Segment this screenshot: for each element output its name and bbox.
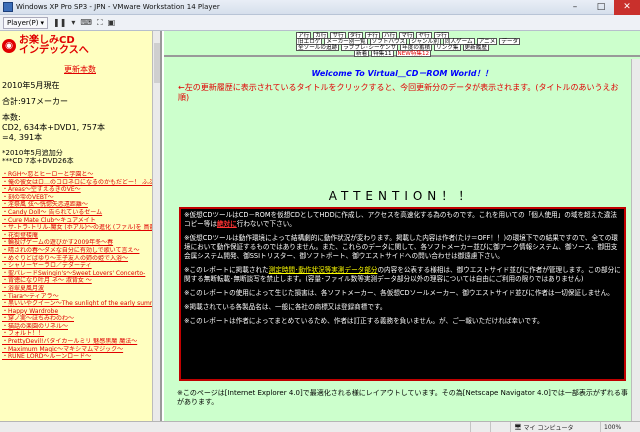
list-item[interactable]: ・RUNE LORD～ルーンロード～: [0, 353, 160, 361]
nav-link[interactable]: 特集11: [371, 50, 394, 57]
attention-heading: ATTENTION！！: [328, 189, 476, 203]
notice-text: ←左の更新履歴に表示されているタイトルをクリックすると、今回更新分のデータが表示…: [178, 83, 619, 102]
maximize-button[interactable]: □: [588, 0, 614, 15]
disc-icon: ◉: [2, 39, 16, 53]
window-titlebar: Windows XP Pro SP3 - JPN - VMware Workst…: [0, 0, 640, 15]
zone-indicator: 🖥 マイ コンピュータ: [510, 421, 600, 432]
disclaimer-p4: ※このレポートの使用によって生じた損害は、各ソフトメーカー、各仮想CDソールメー…: [184, 289, 614, 297]
send-keys-icon[interactable]: ⌨: [80, 18, 92, 27]
nav-frame: ア行 カ行 サ行 タ行 ナ行 ハ行 マ行 ヤ行 ラ行 旧エロゲ メーカー別一覧 …: [164, 31, 640, 57]
list-item[interactable]: ・RGH～恋とヒーローと学園と～: [0, 171, 160, 179]
list-item[interactable]: ・黒いいやクイーン～The sunlight of the early summ…: [0, 300, 160, 308]
p1-emphasis: 絶対に: [216, 220, 237, 228]
ie-status-bar: 🖥 マイ コンピュータ 100%: [0, 421, 640, 432]
nav-link[interactable]: 更新履歴: [462, 44, 489, 51]
close-button[interactable]: ✕: [614, 0, 640, 15]
player-toolbar: Player(P) ▾ ❚❚ ▾ ⌨ ⛶ ▣: [0, 15, 640, 31]
list-item[interactable]: ・Happy Wardrobe: [0, 308, 160, 316]
disclaimer-p5: ※掲載されている各製品名は、一般に各社の商標又は登録商標です。: [184, 303, 387, 311]
list-item[interactable]: ・晴されの春～ダメな自分に有効しで歌いて言え～: [0, 247, 160, 255]
nav-link[interactable]: 新着: [354, 50, 370, 57]
zoom-value: 100%: [604, 423, 622, 431]
chevron-down-icon[interactable]: ▾: [71, 18, 75, 27]
status-seg: [490, 421, 510, 432]
vmware-app-icon: [3, 2, 13, 12]
left-frame: ◉ お楽しみCD インデックスへ 更新本数 2010年5月現在 合計:917メー…: [0, 31, 162, 421]
list-item[interactable]: ・フォルト！！: [0, 330, 160, 338]
p3-text-a: ※このレポートに掲載された: [184, 266, 269, 274]
added-label: *2010年5月追加分: [2, 149, 63, 157]
disclaimer-p1: ※仮想CDツールはCD－ROMを仮想CDとしてHDDに作成し、アクセスを高速化す…: [184, 211, 621, 229]
disclaimer-box: ※仮想CDツールはCD－ROMを仮想CDとしてHDDに作成し、アクセスを高速化す…: [179, 207, 626, 381]
list-item[interactable]: ・PrettyDevil!バタイカールミリ 魅感黒魔 魔法～: [0, 338, 160, 346]
update-count-link[interactable]: 更新本数: [0, 64, 160, 75]
main-content: Welcome To Virtual＿CD－ROM World！！ ←左の更新履…: [164, 59, 640, 421]
status-seg: [470, 421, 490, 432]
added-count: ***CD 7本+DVD26本: [2, 157, 74, 165]
window-title: Windows XP Pro SP3 - JPN - VMware Workst…: [16, 3, 220, 11]
scroll-thumb[interactable]: [154, 43, 160, 83]
list-item[interactable]: ・Areas～空すえるきのVE～: [0, 186, 160, 194]
list-item[interactable]: ・Maximum Magic～マキシマムマジック～: [0, 346, 160, 354]
fullscreen-icon[interactable]: ⛶: [97, 18, 103, 28]
p3-emphasis: 測定時間･動作状況等実測データ部分: [268, 266, 378, 274]
pause-icon[interactable]: ❚❚: [53, 18, 66, 27]
browser-footnote: ※このページは[Internet Explorer 4.0]で最適化される様にレ…: [177, 389, 628, 406]
computer-icon: 🖥: [514, 423, 522, 431]
count-label: 本数:: [2, 113, 21, 122]
as-of-date: 2010年5月現在: [2, 81, 60, 90]
list-item[interactable]: ・俺の彼女はロ…のコロネロになるのかもだどー！ ふぶき: [0, 179, 160, 187]
list-item[interactable]: ・花街登楼庵: [0, 232, 160, 240]
list-item[interactable]: ・淫祭風 弦～恍惚失恋遠距離～: [0, 201, 160, 209]
welcome-heading: Welcome To Virtual＿CD－ROM World！！: [311, 69, 493, 78]
list-item[interactable]: ・Tiara～ティアラ～: [0, 293, 160, 301]
player-menu-button[interactable]: Player(P) ▾: [3, 16, 48, 29]
list-item[interactable]: ・背徳になり叶月 ネ～ 淑背女 ～: [0, 277, 160, 285]
count-line2: =4, 391本: [2, 133, 43, 142]
list-item[interactable]: ・穿ノ実～ほちみわのわ～: [0, 315, 160, 323]
nav-link[interactable]: 全ソールの追跡: [296, 44, 340, 51]
list-item[interactable]: ・めぐりどばゆり～王子友人の姉の姫で入浴～: [0, 255, 160, 263]
disclaimer-p3: ※このレポートに掲載された測定時間･動作状況等実測データ部分の内容を公表する様相…: [184, 266, 621, 284]
chevron-down-icon: ▾: [40, 18, 44, 27]
list-item[interactable]: ・シャリーヤーラロ／デダーディ: [0, 262, 160, 270]
right-frame: ア行 カ行 サ行 タ行 ナ行 ハ行 マ行 ヤ行 ラ行 旧エロゲ メーカー別一覧 …: [164, 31, 640, 421]
list-item[interactable]: ・輪投げゲームの遊びかす2009年冬～春: [0, 239, 160, 247]
list-item[interactable]: ・聖パレードSwingin's～Sweet Lovers' Concerto-: [0, 270, 160, 278]
vm-screen[interactable]: ◉ お楽しみCD インデックスへ 更新本数 2010年5月現在 合計:917メー…: [0, 31, 640, 421]
nav-row-4: 新着 特集11 NEW特集12: [354, 50, 432, 57]
update-list: ・RGH～恋とヒーローと学園と～ ・俺の彼女はロ…のコロネロになるのかもだどー！…: [0, 171, 160, 361]
zoom-indicator[interactable]: 100%: [600, 421, 640, 432]
list-item[interactable]: ・浴翠夏風月波: [0, 285, 160, 293]
nav-link[interactable]: リンク集: [434, 44, 461, 51]
nav-link[interactable]: NEW特集12: [395, 50, 432, 57]
minimize-button[interactable]: –: [562, 0, 588, 15]
disclaimer-p2: ※仮想CDツールは動作環境によって結構劇的に動作状況が変わります。掲載した内容は…: [184, 234, 618, 260]
maker-total: 合計:917メーカー: [2, 97, 68, 106]
update-notice: ←左の更新履歴に表示されているタイトルをクリックすると、今回更新分のデータが表示…: [178, 83, 628, 103]
count-line1: CD2, 634本+DVD1, 757本: [2, 123, 105, 132]
zone-label: マイ コンピュータ: [523, 424, 574, 432]
list-item[interactable]: ・猫話の楽園のリネル～: [0, 323, 160, 331]
left-scrollbar[interactable]: [152, 31, 160, 421]
list-item[interactable]: ・刻の雫のVEBT～: [0, 194, 160, 202]
player-menu-label: Player(P): [7, 18, 39, 27]
logo-line2: インデックスへ: [19, 45, 89, 56]
list-item[interactable]: ・Candy Doll～ 告られているゼーム: [0, 209, 160, 217]
nav-link[interactable]: データ: [499, 38, 521, 45]
disclaimer-p6: ※このレポートは作者によってまとめているため、作者は訂正する義務を負いません。が…: [184, 317, 544, 325]
index-logo[interactable]: ◉ お楽しみCD インデックスへ: [2, 35, 122, 57]
unity-icon[interactable]: ▣: [108, 18, 116, 27]
list-item[interactable]: ・サ-トラ-トリル-魔女 (ホアル)～の進化 (ファル)を 鳥籠 (B): [0, 224, 160, 232]
p1-text-c: 行わないで下さい。: [236, 220, 296, 228]
main-scrollbar[interactable]: [631, 59, 640, 421]
list-item[interactable]: ・Cure Mate Club～キュアメイト: [0, 217, 160, 225]
